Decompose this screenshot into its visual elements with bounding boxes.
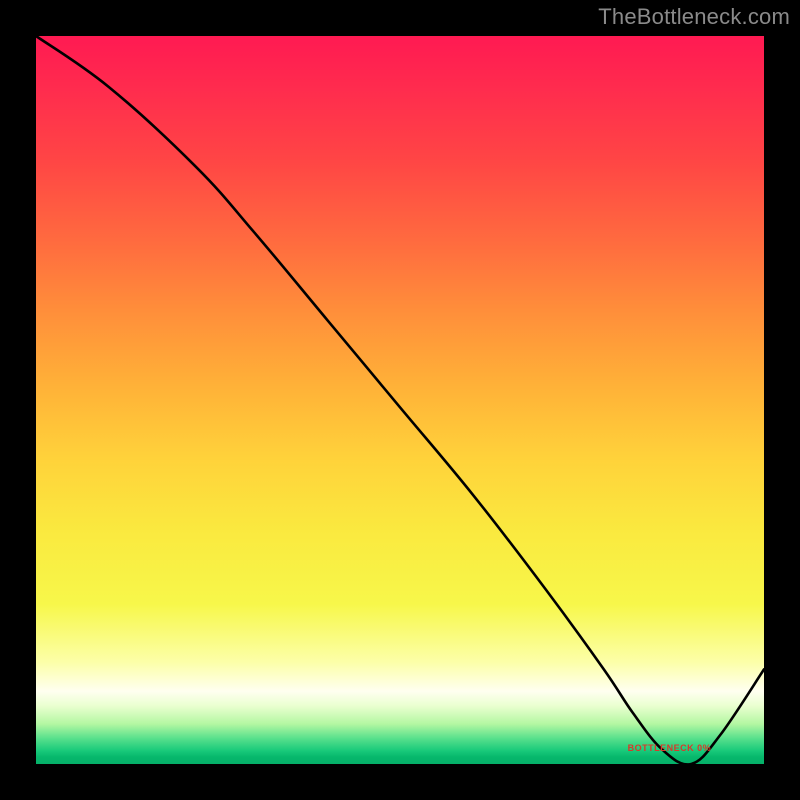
attribution-text: TheBottleneck.com xyxy=(598,4,790,30)
minimum-label: BOTTLENECK 0% xyxy=(628,743,712,753)
plot-area: BOTTLENECK 0% xyxy=(36,36,764,764)
chart-stage: TheBottleneck.com BOTTLENECK 0% xyxy=(0,0,800,800)
bottleneck-curve xyxy=(36,36,764,765)
chart-svg xyxy=(36,36,764,764)
